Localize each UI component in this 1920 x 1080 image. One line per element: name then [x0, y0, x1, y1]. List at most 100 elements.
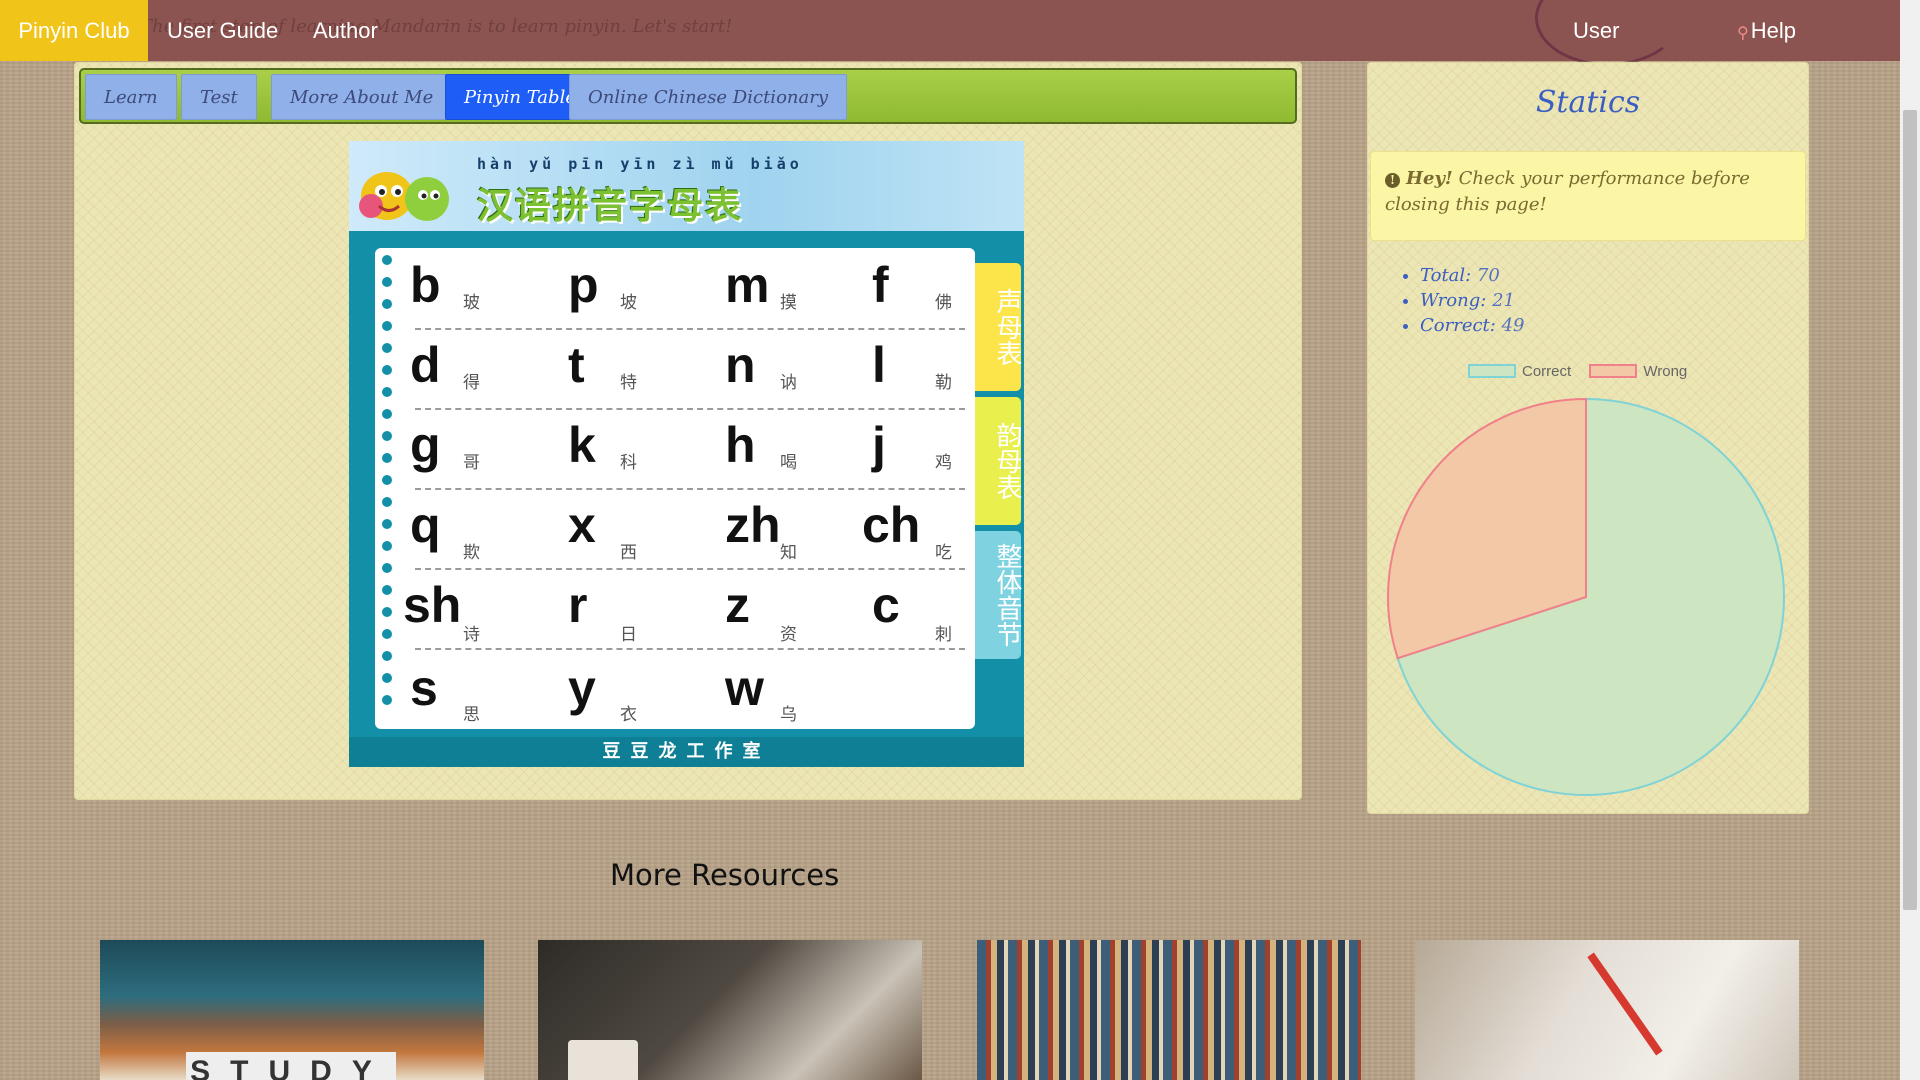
pinyin-table-footer: 豆豆龙工作室 — [349, 737, 1024, 767]
tab-test[interactable]: Test — [181, 74, 257, 120]
initial-letter: zh — [725, 497, 781, 553]
initial-letter: f — [872, 257, 889, 313]
initial-letter: p — [568, 257, 599, 313]
initial-char: 西 — [620, 543, 637, 563]
search-icon: ⚲ — [1737, 25, 1749, 42]
legend-wrong[interactable]: Wrong — [1589, 363, 1687, 380]
initial-letter: k — [568, 417, 596, 473]
legend-correct[interactable]: Correct — [1468, 363, 1571, 380]
row-divider — [415, 648, 965, 650]
legend-swatch — [1589, 364, 1638, 378]
tab-learn[interactable]: Learn — [85, 74, 177, 120]
legend-label: Wrong — [1643, 363, 1688, 380]
initial-letter: sh — [403, 577, 462, 633]
row-divider — [415, 488, 965, 490]
resource-image-study[interactable]: STUDY — [100, 940, 484, 1080]
resource-image-reading[interactable] — [538, 940, 922, 1080]
side-tab-initials: 声母表 — [975, 263, 1022, 391]
initial-char: 鸡 — [935, 453, 952, 473]
stat-label: Wrong: — [1420, 290, 1487, 311]
initial-letter: b — [410, 257, 441, 313]
row-divider — [415, 328, 965, 330]
initial-char: 特 — [620, 373, 637, 393]
nav-user[interactable]: User — [1573, 0, 1619, 61]
brand-logo[interactable]: Pinyin Club — [0, 0, 148, 61]
initial-char: 摸 — [780, 293, 797, 313]
legend-label: Correct — [1522, 363, 1572, 380]
tab-more-about-me[interactable]: More About Me — [271, 74, 453, 120]
initial-letter: c — [872, 577, 900, 633]
initial-char: 乌 — [780, 705, 797, 725]
stat-label: Total: — [1420, 265, 1472, 286]
initial-char: 欺 — [463, 543, 480, 563]
mascot-icon — [359, 172, 449, 221]
stat-label: Correct: — [1420, 315, 1496, 336]
mug-shape — [568, 1040, 638, 1080]
initial-char: 坡 — [620, 293, 637, 313]
stat-value: 49 — [1501, 315, 1525, 336]
study-blocks: STUDY — [186, 1052, 396, 1080]
nav-user-guide[interactable]: User Guide — [167, 0, 278, 61]
resource-image-bookshelf[interactable] — [977, 940, 1361, 1080]
stat-total: Total: 70 — [1420, 263, 1525, 288]
pencil-shape — [1587, 952, 1663, 1056]
initial-letter: j — [872, 417, 886, 473]
side-tab-finals: 韵母表 — [975, 397, 1022, 525]
legend-swatch — [1468, 364, 1516, 378]
initial-char: 刺 — [935, 625, 952, 645]
binding-dots — [382, 255, 392, 705]
initial-letter: m — [725, 257, 770, 313]
initial-letter: x — [568, 497, 596, 553]
row-divider — [415, 408, 965, 410]
stats-panel: Statics ! Hey! Check your performance bef… — [1367, 62, 1809, 814]
initial-char: 哥 — [463, 453, 480, 473]
initial-char: 得 — [463, 373, 480, 393]
initial-char: 诗 — [463, 625, 480, 645]
stat-value: 70 — [1476, 265, 1500, 286]
initial-char: 衣 — [620, 705, 637, 725]
initial-letter: n — [725, 337, 756, 393]
initial-letter: d — [410, 337, 441, 393]
initial-char: 知 — [780, 543, 797, 563]
initial-char: 讷 — [780, 373, 797, 393]
nav-help-label: Help — [1750, 18, 1796, 43]
stat-wrong: Wrong: 21 — [1420, 288, 1525, 313]
performance-pie-chart — [1387, 397, 1785, 796]
side-tab-syllables: 整体音节 — [975, 531, 1022, 659]
performance-alert: ! Hey! Check your performance before clos… — [1370, 151, 1806, 241]
chinese-title: 汉语拼音字母表 — [477, 186, 744, 227]
initial-char: 思 — [463, 705, 480, 725]
stats-list: Total: 70 Wrong: 21 Correct: 49 — [1400, 263, 1525, 338]
resource-image-writing[interactable] — [1415, 940, 1799, 1080]
initial-char: 佛 — [935, 293, 952, 313]
initial-char: 勒 — [935, 373, 952, 393]
initial-letter: g — [410, 417, 441, 473]
tab-bar: Learn Test More About Me Pinyin Table On… — [79, 68, 1297, 124]
nav-author[interactable]: Author — [313, 0, 378, 61]
row-divider — [415, 568, 965, 570]
initial-char: 日 — [620, 625, 637, 645]
initial-char: 资 — [780, 625, 797, 645]
initial-letter: y — [568, 660, 596, 716]
top-navbar: The first step of learning Mandarin is t… — [0, 0, 1900, 66]
initial-letter: r — [568, 577, 588, 633]
more-resources-title: More Resources — [610, 858, 840, 892]
initial-char: 吃 — [935, 543, 952, 563]
initial-char: 科 — [620, 453, 637, 473]
chart-legend: Correct Wrong — [1468, 363, 1728, 380]
initial-letter: t — [568, 337, 585, 393]
initial-letter: s — [410, 660, 438, 716]
initial-letter: l — [872, 337, 886, 393]
nav-help[interactable]: ⚲Help — [1737, 0, 1796, 61]
tab-online-dictionary[interactable]: Online Chinese Dictionary — [569, 74, 848, 120]
page-scrollbar[interactable] — [1900, 0, 1920, 1080]
alert-strong: Hey! — [1406, 168, 1453, 189]
scrollbar-thumb[interactable] — [1903, 110, 1917, 910]
initial-letter: q — [410, 497, 441, 553]
initial-letter: z — [725, 577, 750, 633]
stat-value: 21 — [1492, 290, 1515, 311]
stat-correct: Correct: 49 — [1420, 313, 1525, 338]
pinyin-table-image: hàn yǔ pīn yīn zì mǔ biǎo 汉语拼音字母表 b 玻 p … — [349, 141, 1024, 767]
pinyin-heading: hàn yǔ pīn yīn zì mǔ biǎo — [477, 155, 803, 173]
initial-letter: ch — [862, 497, 921, 553]
